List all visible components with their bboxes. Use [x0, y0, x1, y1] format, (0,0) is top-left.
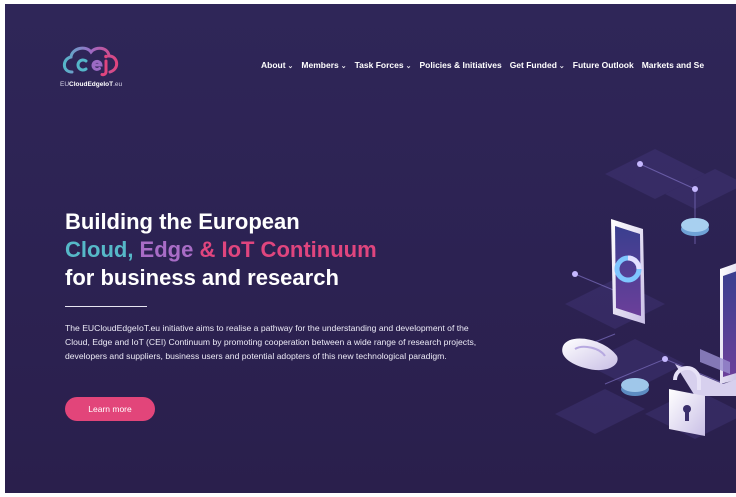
hero-title-line1: Building the European: [65, 209, 300, 234]
nav-item-label: Policies & Initiatives: [419, 60, 502, 70]
nav-item-task-forces[interactable]: Task Forces ⌄: [355, 60, 412, 70]
nav-item-members[interactable]: Members ⌄: [301, 60, 346, 70]
hero-title-cloud: Cloud,: [65, 237, 134, 262]
hero-title-line2: Cloud, Edge & IoT Continuum: [65, 236, 377, 264]
mouse-device: [562, 338, 618, 371]
chevron-down-icon: ⌄: [287, 63, 294, 70]
nav-item-label: Get Funded: [509, 60, 557, 70]
hero-section: EUCloudEdgeIoT.eu About ⌄ Members ⌄ Task F…: [5, 4, 736, 493]
nav-item-policies-initiatives[interactable]: Policies & Initiatives: [419, 60, 501, 70]
learn-more-button[interactable]: Learn more: [65, 397, 155, 421]
logo-text-bold: CloudEdgeIoT: [69, 81, 114, 88]
nav-item-future-outlook[interactable]: Future Outlook: [573, 60, 634, 70]
main-nav: About ⌄ Members ⌄ Task Forces ⌄ Policies & …: [261, 60, 704, 70]
nav-item-about[interactable]: About ⌄: [261, 60, 293, 70]
nav-item-markets[interactable]: Markets and Se: [642, 60, 704, 70]
chevron-down-icon: ⌄: [340, 63, 347, 70]
phone-device: [611, 219, 645, 324]
nav-item-label: Markets and Se: [641, 60, 705, 70]
logo-text-suffix: .eu: [113, 81, 123, 88]
logo-text: EUCloudEdgeIoT.eu: [60, 81, 122, 88]
hero-description: The EUCloudEdgeIoT.eu initiative aims to…: [65, 323, 477, 362]
nav-item-label: Task Forces: [354, 60, 404, 70]
logo-mark-icon: [62, 46, 119, 77]
chevron-down-icon: ⌄: [558, 63, 565, 70]
site-logo[interactable]: EUCloudEdgeIoT.eu: [60, 42, 150, 92]
nav-item-get-funded[interactable]: Get Funded ⌄: [510, 60, 565, 70]
hero-title: Building the European Cloud, Edge & IoT …: [65, 208, 377, 292]
iot-devices-illustration: [555, 149, 736, 439]
nav-item-label: Future Outlook: [572, 60, 634, 70]
nav-item-label: Members: [301, 60, 339, 70]
logo-text-prefix: EU: [60, 81, 70, 88]
hero-title-line3: for business and research: [65, 265, 339, 290]
page: in EUCloudEdgeIoT.eu About⌄: [0, 0, 736, 497]
hero-divider: [65, 306, 147, 307]
nav-item-label: About: [261, 60, 286, 70]
hero-title-iot: & IoT Continuum: [193, 237, 377, 262]
hero-title-edge: Edge: [133, 237, 194, 262]
chevron-down-icon: ⌄: [405, 63, 412, 70]
